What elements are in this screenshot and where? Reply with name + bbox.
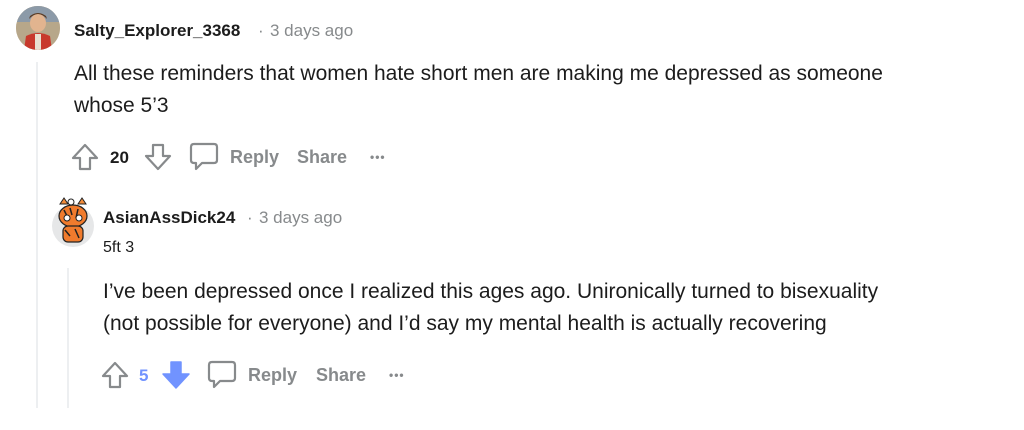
meta-separator: ·	[258, 21, 264, 40]
snoo-avatar[interactable]	[50, 196, 96, 252]
reply-body-line: I’ve been depressed once I realized this…	[103, 280, 879, 303]
reply-timestamp[interactable]: 3 days ago	[259, 208, 342, 228]
comment-body-line: whose 5’3	[74, 94, 169, 117]
reply-label[interactable]: Reply	[230, 147, 279, 168]
speech-bubble-icon[interactable]	[206, 358, 238, 390]
more-options-button[interactable]: •••	[370, 151, 386, 163]
thread-line-reply[interactable]	[67, 268, 69, 408]
share-button[interactable]: Share	[297, 147, 347, 168]
comment-body-line: All these reminders that women hate shor…	[74, 62, 883, 85]
speech-bubble-icon[interactable]	[188, 140, 220, 172]
thread-line-main[interactable]	[36, 62, 38, 408]
meta-separator: ·	[247, 208, 253, 227]
vote-score: 5	[139, 366, 149, 385]
avatar[interactable]	[16, 6, 60, 50]
vote-score: 20	[110, 148, 129, 167]
share-button[interactable]: Share	[316, 365, 366, 386]
upvote-icon[interactable]	[70, 142, 100, 172]
reply-label[interactable]: Reply	[248, 365, 297, 386]
downvote-icon[interactable]	[143, 142, 173, 172]
upvote-icon[interactable]	[100, 360, 130, 390]
more-options-button[interactable]: •••	[389, 369, 405, 381]
comment-username[interactable]: Salty_Explorer_3368	[74, 21, 240, 41]
user-flair: 5ft 3	[103, 239, 135, 256]
comment-body: All these reminders that women hate shor…	[74, 58, 1004, 122]
reply-body-line: (not possible for everyone) and I’d say …	[103, 312, 827, 335]
reply-username[interactable]: AsianAssDick24	[103, 208, 235, 228]
downvote-filled-icon[interactable]	[161, 360, 191, 390]
reply-body: I’ve been depressed once I realized this…	[103, 276, 1003, 340]
comment-timestamp[interactable]: 3 days ago	[270, 21, 353, 41]
